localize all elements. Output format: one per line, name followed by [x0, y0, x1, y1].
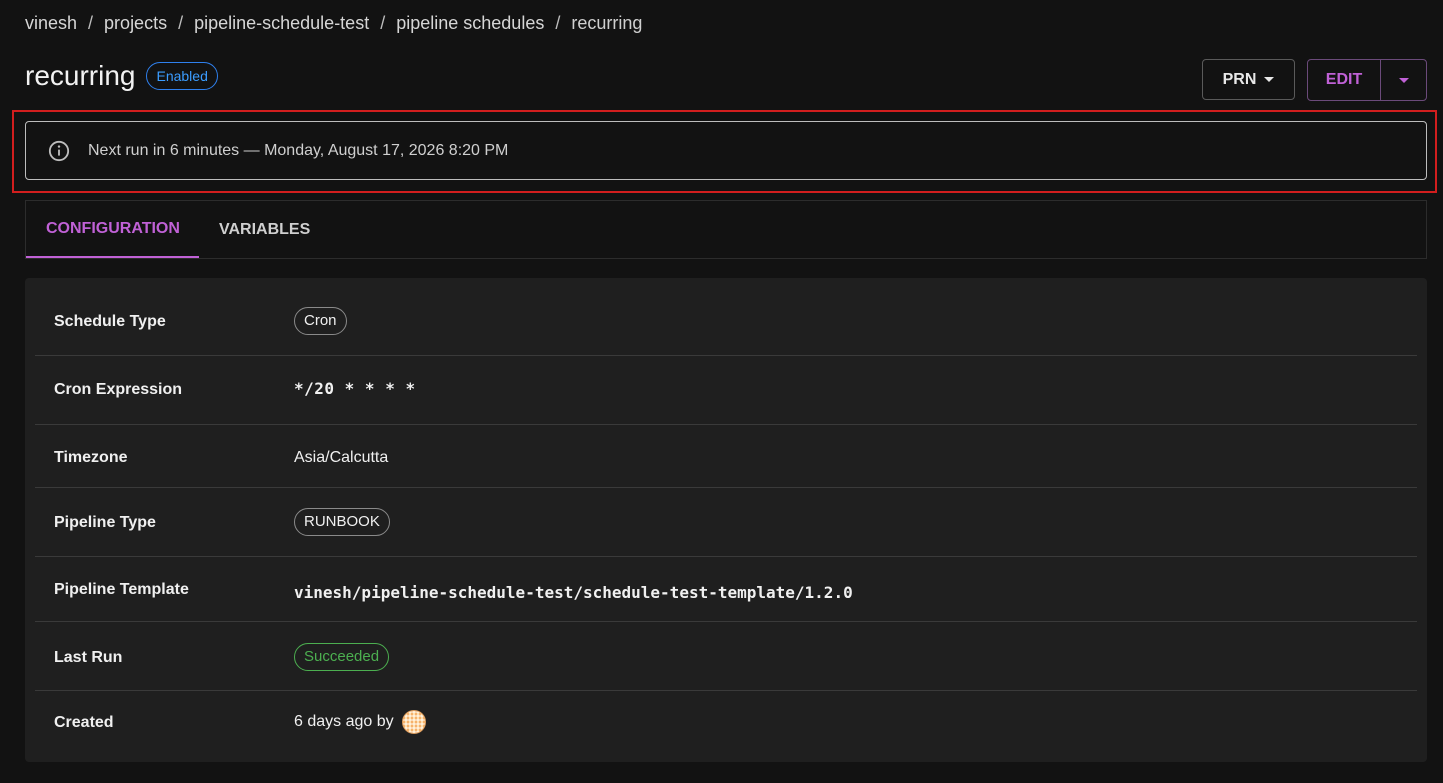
breadcrumb-separator: /: [555, 13, 561, 33]
breadcrumb-item-user[interactable]: vinesh: [25, 13, 77, 34]
detail-value: Succeeded: [294, 643, 390, 671]
alert-text: Next run in 6 minutes — Monday, August 1…: [88, 141, 509, 159]
detail-value: 6 days ago by: [294, 710, 426, 734]
edit-button-group: EDIT: [1307, 59, 1427, 101]
detail-label: Pipeline Type: [54, 514, 156, 531]
detail-row-schedule-type: Schedule Type Cron: [35, 278, 1417, 356]
detail-label: Created: [54, 714, 114, 731]
page-title: recurring: [25, 60, 136, 91]
info-icon: [48, 140, 70, 161]
created-value: 6 days ago by: [294, 713, 394, 730]
detail-label: Pipeline Template: [54, 581, 189, 598]
detail-row-timezone: Timezone Asia/Calcutta: [35, 424, 1417, 488]
detail-label: Schedule Type: [54, 313, 166, 330]
detail-label: Cron Expression: [54, 381, 183, 398]
breadcrumb-item-project[interactable]: pipeline-schedule-test: [194, 13, 369, 34]
detail-value: RUNBOOK: [294, 508, 390, 536]
breadcrumb-item-pipeline-schedules[interactable]: pipeline schedules: [396, 13, 544, 34]
tab-configuration[interactable]: CONFIGURATION: [26, 201, 199, 258]
details-card: Schedule Type Cron Cron Expression */20 …: [25, 278, 1427, 762]
breadcrumb-separator: /: [88, 13, 94, 33]
pipeline-template-link[interactable]: vinesh/pipeline-schedule-test/schedule-t…: [294, 583, 853, 602]
breadcrumb-item-projects[interactable]: projects: [104, 13, 167, 34]
detail-value: Cron: [294, 307, 347, 335]
edit-button[interactable]: EDIT: [1308, 60, 1381, 100]
schedule-type-chip: Cron: [294, 307, 347, 335]
caret-down-icon: [1398, 77, 1409, 83]
edit-menu-button[interactable]: [1381, 60, 1426, 100]
detail-label: Timezone: [54, 449, 128, 466]
breadcrumb-separator: /: [178, 13, 184, 33]
breadcrumb: vinesh / projects / pipeline-schedule-te…: [25, 13, 642, 34]
last-run-status-chip[interactable]: Succeeded: [294, 643, 390, 671]
breadcrumb-separator: /: [380, 13, 386, 33]
caret-down-icon: [1264, 77, 1275, 82]
breadcrumb-item-current: recurring: [571, 13, 643, 33]
detail-row-cron-expression: Cron Expression */20 * * * *: [35, 355, 1417, 425]
tab-variables[interactable]: VARIABLES: [199, 201, 330, 258]
timezone-value: Asia/Calcutta: [294, 449, 389, 466]
title-row: recurring Enabled: [25, 60, 218, 92]
detail-row-pipeline-template: Pipeline Template vinesh/pipeline-schedu…: [35, 556, 1417, 622]
detail-row-last-run: Last Run Succeeded: [35, 621, 1417, 691]
detail-row-created: Created 6 days ago by: [35, 690, 1417, 762]
status-badge: Enabled: [146, 62, 218, 90]
avatar[interactable]: [401, 710, 426, 734]
cron-expression-value: */20 * * * *: [294, 379, 416, 398]
pipeline-type-chip: RUNBOOK: [294, 508, 390, 536]
detail-row-pipeline-type: Pipeline Type RUNBOOK: [35, 487, 1417, 557]
prn-button[interactable]: PRN: [1202, 59, 1295, 100]
next-run-alert: Next run in 6 minutes — Monday, August 1…: [25, 121, 1427, 180]
prn-button-label: PRN: [1222, 70, 1257, 88]
detail-label: Last Run: [54, 649, 123, 666]
tab-bar: CONFIGURATION VARIABLES: [25, 200, 1427, 259]
